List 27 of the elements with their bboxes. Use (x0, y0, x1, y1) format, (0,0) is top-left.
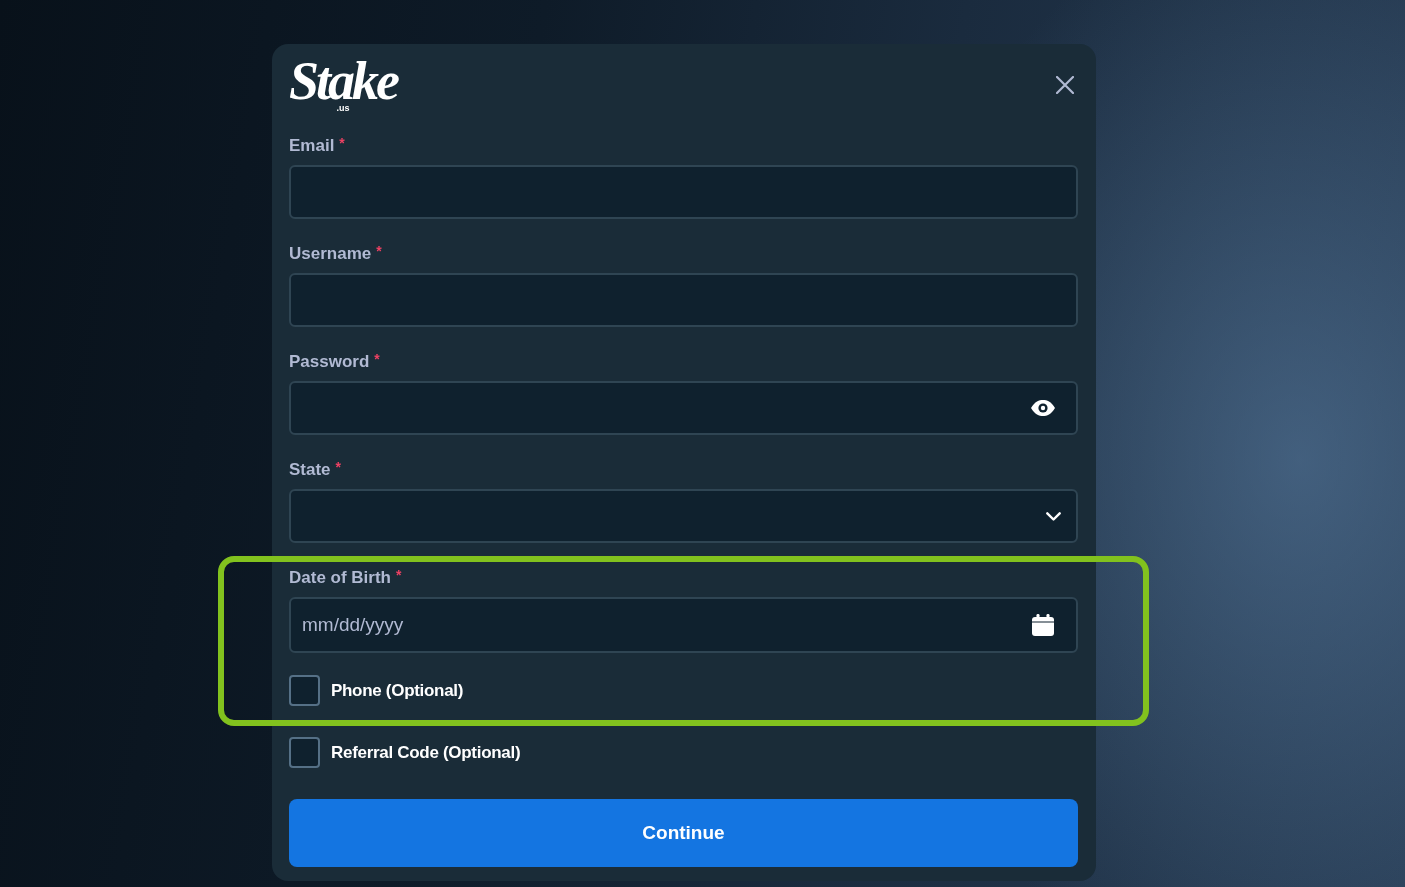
required-mark: * (374, 352, 380, 366)
close-button[interactable] (1056, 76, 1074, 94)
calendar-icon[interactable] (1032, 614, 1054, 636)
field-label: Email (289, 135, 335, 157)
date-field[interactable]: mm/dd/yyyy (289, 597, 1078, 653)
logo-suffix: .us (336, 104, 350, 113)
text-field[interactable] (289, 273, 1078, 327)
checkbox[interactable] (289, 737, 320, 768)
password-field[interactable] (289, 381, 1078, 435)
close-icon (1056, 76, 1074, 94)
logo-wordmark: Stake (289, 57, 397, 105)
field-label: Username (289, 243, 372, 265)
continue-button[interactable]: Continue (289, 799, 1078, 867)
field-label: Date of Birth (289, 567, 391, 589)
checkbox-label[interactable]: Referral Code (Optional) (331, 741, 521, 764)
dropdown-field[interactable] (289, 489, 1078, 543)
eye-icon[interactable] (1031, 400, 1055, 416)
checkbox-label[interactable]: Phone (Optional) (331, 679, 464, 702)
field-label: State (289, 459, 331, 481)
required-mark: * (396, 568, 402, 582)
chevron-down-icon[interactable] (1046, 511, 1061, 521)
text-field[interactable] (289, 165, 1078, 219)
field-label: Password (289, 351, 370, 373)
required-mark: * (339, 136, 345, 150)
checkbox[interactable] (289, 675, 320, 706)
required-mark: * (335, 460, 342, 474)
required-mark: * (376, 244, 382, 258)
